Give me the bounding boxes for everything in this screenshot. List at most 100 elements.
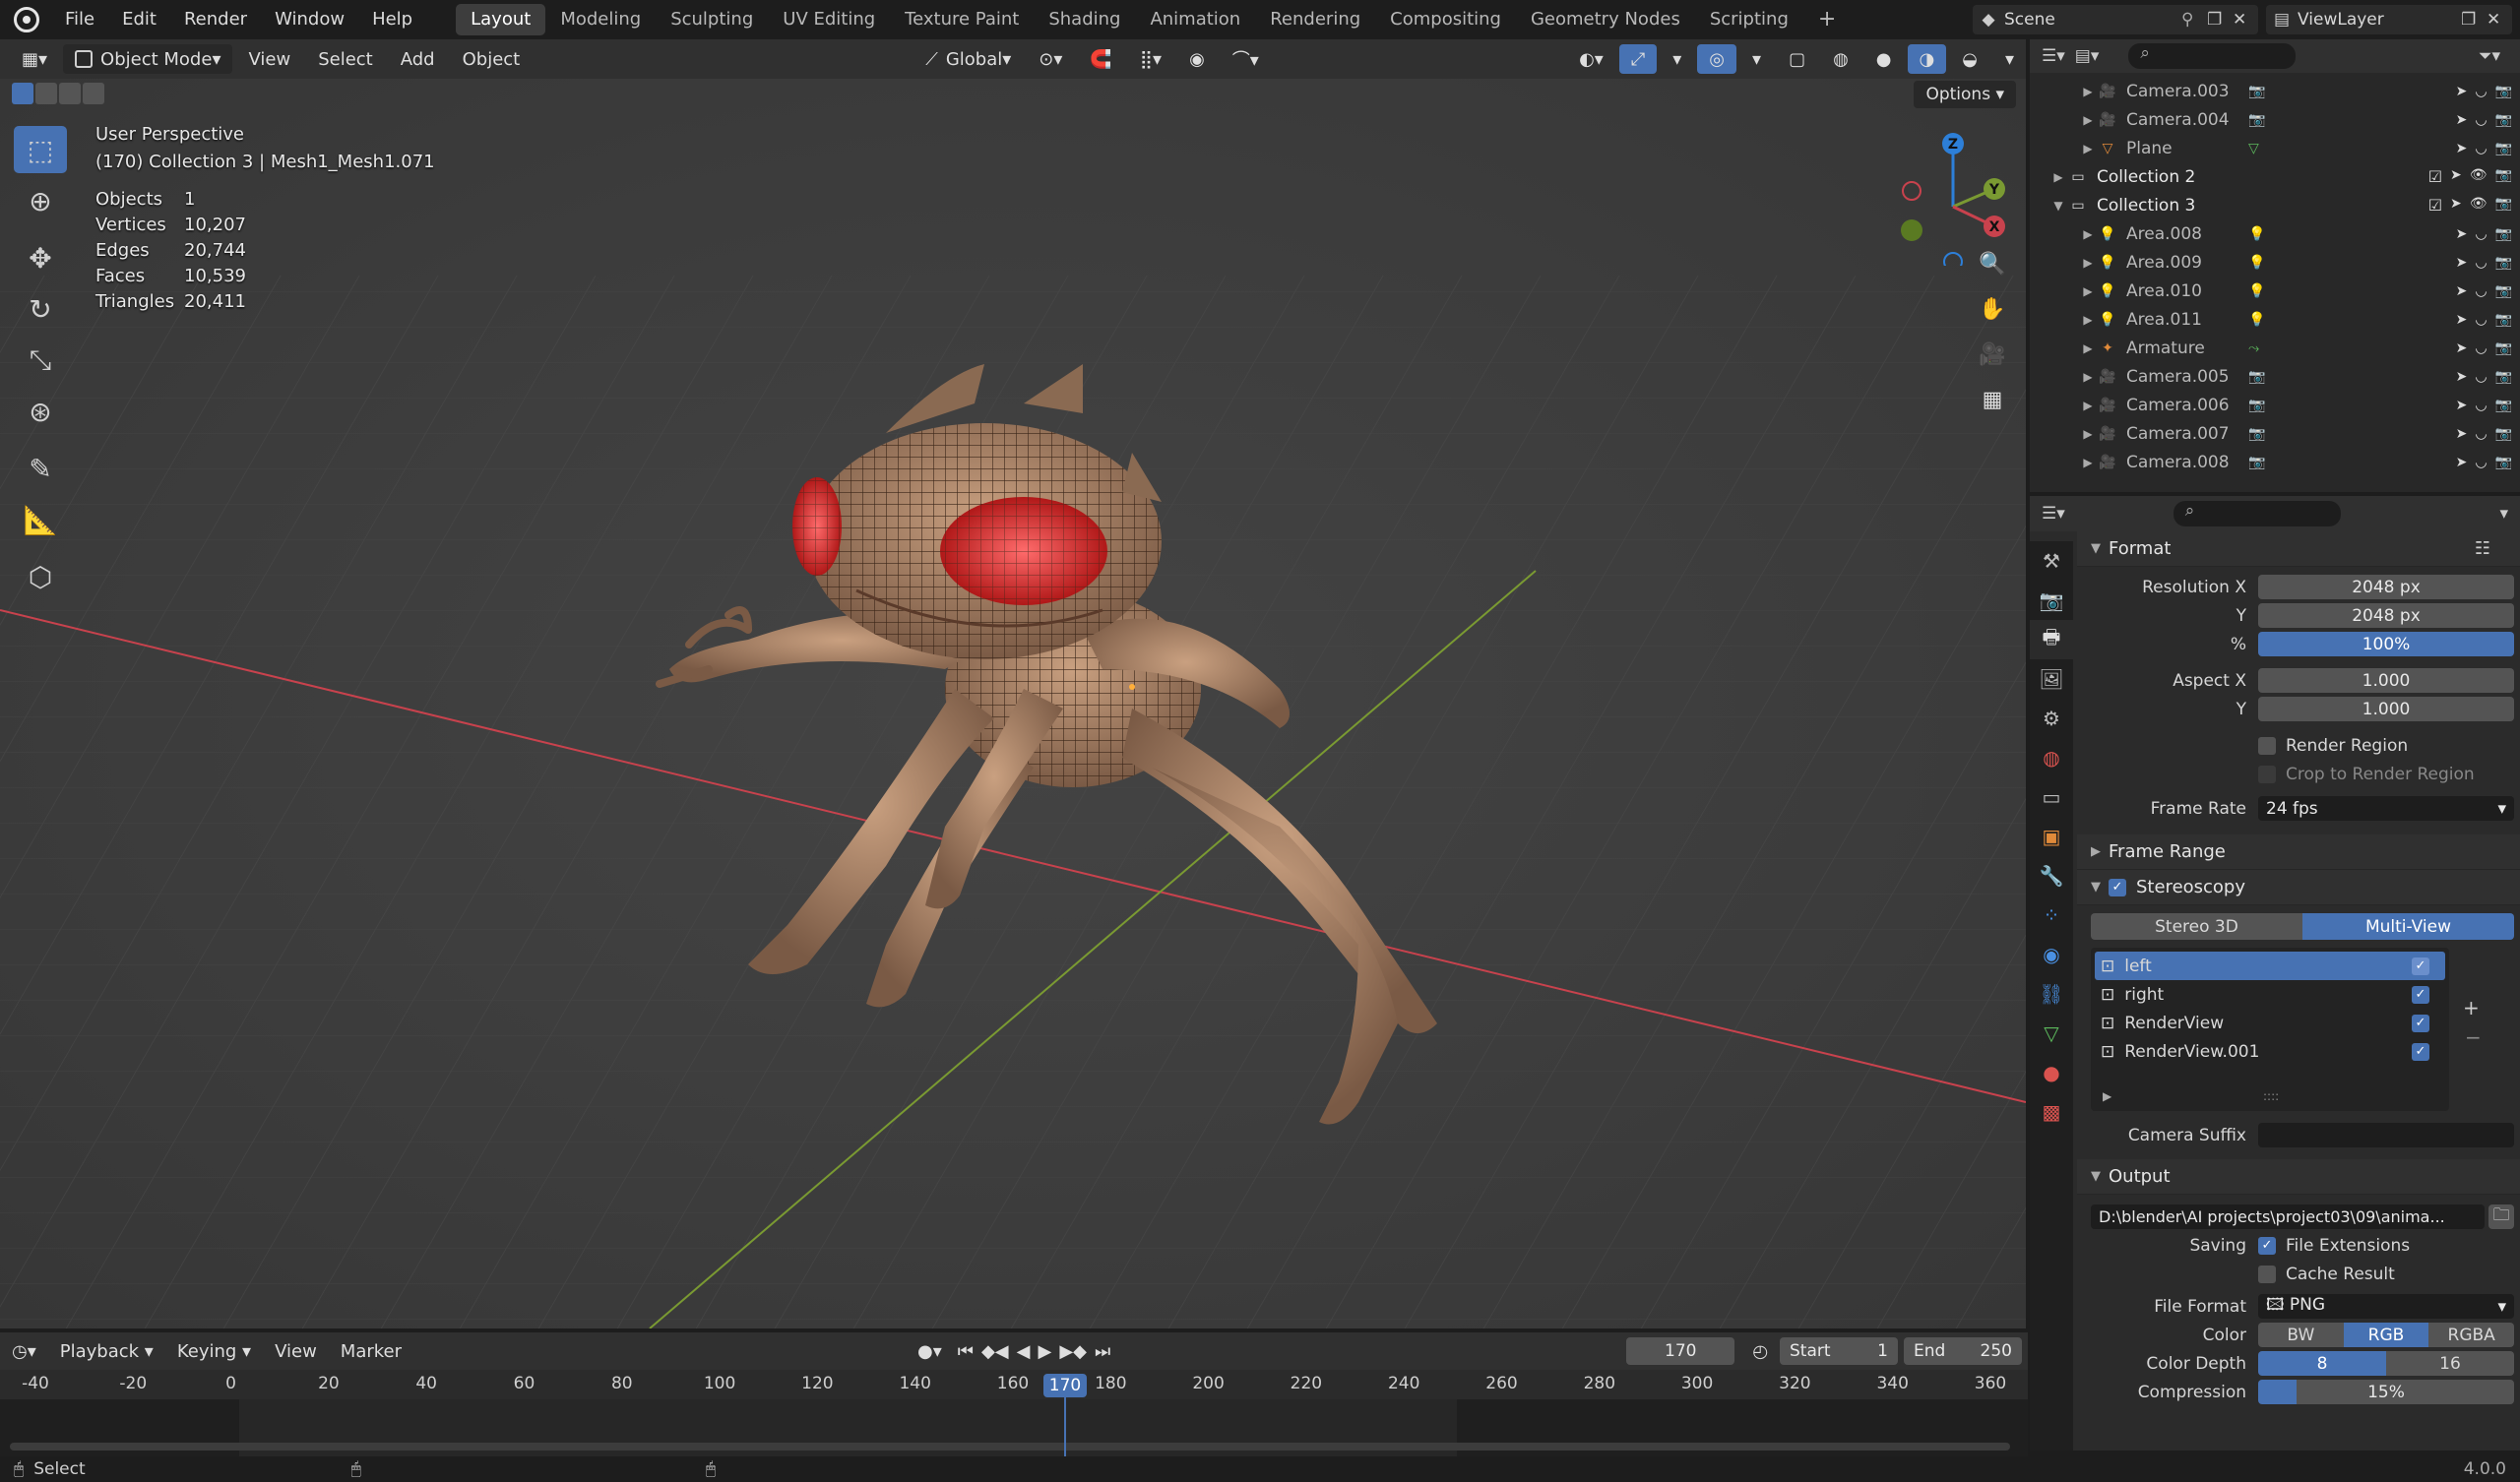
scene-tab-icon[interactable]: ⚙ [2030,699,2073,738]
camera-data-icon[interactable]: 📷 [2248,112,2265,128]
expand-icon[interactable]: ▶ [2079,427,2097,441]
expand-icon[interactable]: ▶ [2079,284,2097,298]
camera-render-icon[interactable]: 📷 [2495,255,2512,271]
add-cube-tool-icon[interactable]: ⬡ [14,553,67,600]
options-dropdown[interactable]: Options ▾ [1914,81,2016,108]
outliner-row[interactable]: ▶ 💡 Area.010 💡 ➤ ◡ 📷 [2030,277,2520,305]
playhead-marker[interactable]: 170 [1043,1374,1087,1397]
filter-icon[interactable]: ⏷▾ [2479,46,2500,66]
compression-slider[interactable]: 15% [2258,1380,2514,1404]
select-arrow-icon[interactable]: ➤ [2456,455,2468,470]
tab-layout[interactable]: Layout [456,4,546,35]
collapse-icon[interactable]: ▼ [2049,199,2067,213]
collection-tab-icon[interactable]: ▭ [2030,777,2073,817]
expand-icon[interactable]: ▶ [2079,341,2097,355]
select-mode-buttons[interactable] [12,83,104,104]
move-tool-icon[interactable]: ✥ [14,234,67,281]
file-extensions-checkbox[interactable]: ✓ [2258,1236,2276,1255]
camera-render-icon[interactable]: 📷 [2495,112,2512,128]
camera-render-icon[interactable]: 📷 [2495,226,2512,242]
timeline-scrollbar[interactable] [10,1443,2010,1451]
pivot-icon[interactable]: ⊙▾ [1027,44,1074,74]
visibility-icon[interactable]: ◐▾ [1567,44,1615,74]
eye-icon[interactable]: 👁 [2470,167,2488,186]
new-view-layer-icon[interactable]: ❐ [2461,10,2487,30]
outliner-row[interactable]: ▶ ▭ Collection 2 ☑ ➤ 👁 📷 [2030,162,2520,191]
view-item-left[interactable]: ⊡ left ✓ [2095,952,2445,980]
color-rgba-button[interactable]: RGBA [2428,1323,2515,1347]
light-data-icon[interactable]: 💡 [2248,312,2265,328]
expand-icon[interactable]: ▶ [2079,142,2097,155]
multi-view-button[interactable]: Multi-View [2302,913,2514,940]
measure-tool-icon[interactable]: 📐 [14,496,67,543]
timeline-editor-icon[interactable]: ◷▾ [0,1336,48,1366]
overlay-dropdown-icon[interactable]: ▾ [1740,44,1773,74]
mode-dropdown[interactable]: Object Mode ▾ [63,44,233,74]
tab-texture-paint[interactable]: Texture Paint [890,4,1034,35]
remove-view-layer-icon[interactable]: ✕ [2487,10,2512,30]
current-frame-field[interactable]: 170 [1626,1337,1735,1365]
snap-icon[interactable]: 🧲 [1078,44,1123,74]
menu-help[interactable]: Help [358,0,426,39]
expand-icon[interactable]: ▶ [2079,313,2097,327]
crop-region-checkbox[interactable] [2258,765,2276,783]
add-menu[interactable]: Add [389,44,447,74]
transform-tool-icon[interactable]: ⊛ [14,388,67,435]
hide-icon[interactable]: ◡ [2475,340,2487,356]
eye-icon[interactable]: 👁 [2470,196,2488,215]
hide-icon[interactable]: ◡ [2475,255,2487,271]
tab-uv-editing[interactable]: UV Editing [768,4,890,35]
stereoscopy-checkbox[interactable]: ✓ [2109,878,2126,896]
keying-menu[interactable]: Keying ▾ [165,1336,263,1366]
physics-tab-icon[interactable]: ◉ [2030,935,2073,974]
expand-icon[interactable]: ▶ [2079,256,2097,270]
cursor-tool-icon[interactable]: ⊕ [14,177,67,224]
aspect-y-field[interactable]: 1.000 [2258,697,2514,721]
armature-data-icon[interactable]: ⤳ [2248,340,2259,356]
texture-tab-icon[interactable]: ▩ [2030,1092,2073,1132]
zoom-icon[interactable]: 🔍 [1973,244,2012,283]
ortho-grid-icon[interactable]: ▦ [1973,380,2012,419]
select-extend-icon[interactable] [35,83,57,104]
mesh-data-icon[interactable]: ▽ [2248,141,2259,156]
properties-options-icon[interactable]: ▾ [2499,504,2508,524]
list-expand-icon[interactable]: ▶ [2103,1089,2111,1103]
scene-name[interactable]: Scene [2004,10,2181,30]
expand-icon[interactable]: ▶ [2079,456,2097,469]
hide-icon[interactable]: ◡ [2475,312,2487,328]
constraints-tab-icon[interactable]: ⛓ [2030,974,2073,1014]
camera-data-icon[interactable]: 📷 [2248,84,2265,99]
outliner-row[interactable]: ▶ 🎥 Camera.006 📷 ➤ ◡ 📷 [2030,391,2520,419]
3d-viewport[interactable]: Options ▾ ⬚ ⊕ ✥ ↻ ⤡ ⊛ ✎ 📐 ⬡ User Perspec… [0,79,2026,1328]
rendered-shading-icon[interactable]: ◒ [1950,44,1989,74]
select-arrow-icon[interactable]: ➤ [2456,112,2468,128]
hide-icon[interactable]: ◡ [2475,398,2487,413]
frame-range-panel-header[interactable]: ▶ Frame Range [2077,834,2520,870]
pin-icon[interactable]: ⚲ [2181,10,2207,30]
start-frame-field[interactable]: Start 1 [1780,1337,1898,1365]
editor-type-icon[interactable]: ▦▾ [10,44,59,74]
camera-render-icon[interactable]: 📷 [2495,426,2512,442]
play-icon[interactable]: ▶ [1035,1336,1056,1366]
material-shading-icon[interactable]: ◑ [1907,44,1947,74]
menu-render[interactable]: Render [170,0,261,39]
camera-render-icon[interactable]: 📷 [2495,283,2512,299]
camera-render-icon[interactable]: 📷 [2495,141,2512,156]
overlay-toggle-icon[interactable]: ◎ [1697,44,1737,74]
outliner-row[interactable]: ▶ ▽ Plane ▽ ➤ ◡ 📷 [2030,134,2520,162]
select-arrow-icon[interactable]: ➤ [2456,426,2468,442]
list-resize-handle[interactable]: :::: [2263,1089,2279,1103]
camera-data-icon[interactable]: 📷 [2248,426,2265,442]
view-layer-selector[interactable]: ▤ ViewLayer ❐ ✕ [2266,5,2512,34]
depth-16-button[interactable]: 16 [2386,1351,2514,1376]
camera-data-icon[interactable]: 📷 [2248,398,2265,413]
camera-data-icon[interactable]: 📷 [2248,369,2265,385]
view-layer-name[interactable]: ViewLayer [2298,10,2461,30]
pan-hand-icon[interactable]: ✋ [1973,289,2012,329]
camera-render-icon[interactable]: 📷 [2495,455,2512,470]
render-region-checkbox[interactable] [2258,736,2276,755]
expand-icon[interactable]: ▶ [2079,370,2097,384]
data-tab-icon[interactable]: ▽ [2030,1014,2073,1053]
world-tab-icon[interactable]: ◍ [2030,738,2073,777]
file-format-dropdown[interactable]: 🖾 PNG ▾ [2258,1294,2514,1319]
